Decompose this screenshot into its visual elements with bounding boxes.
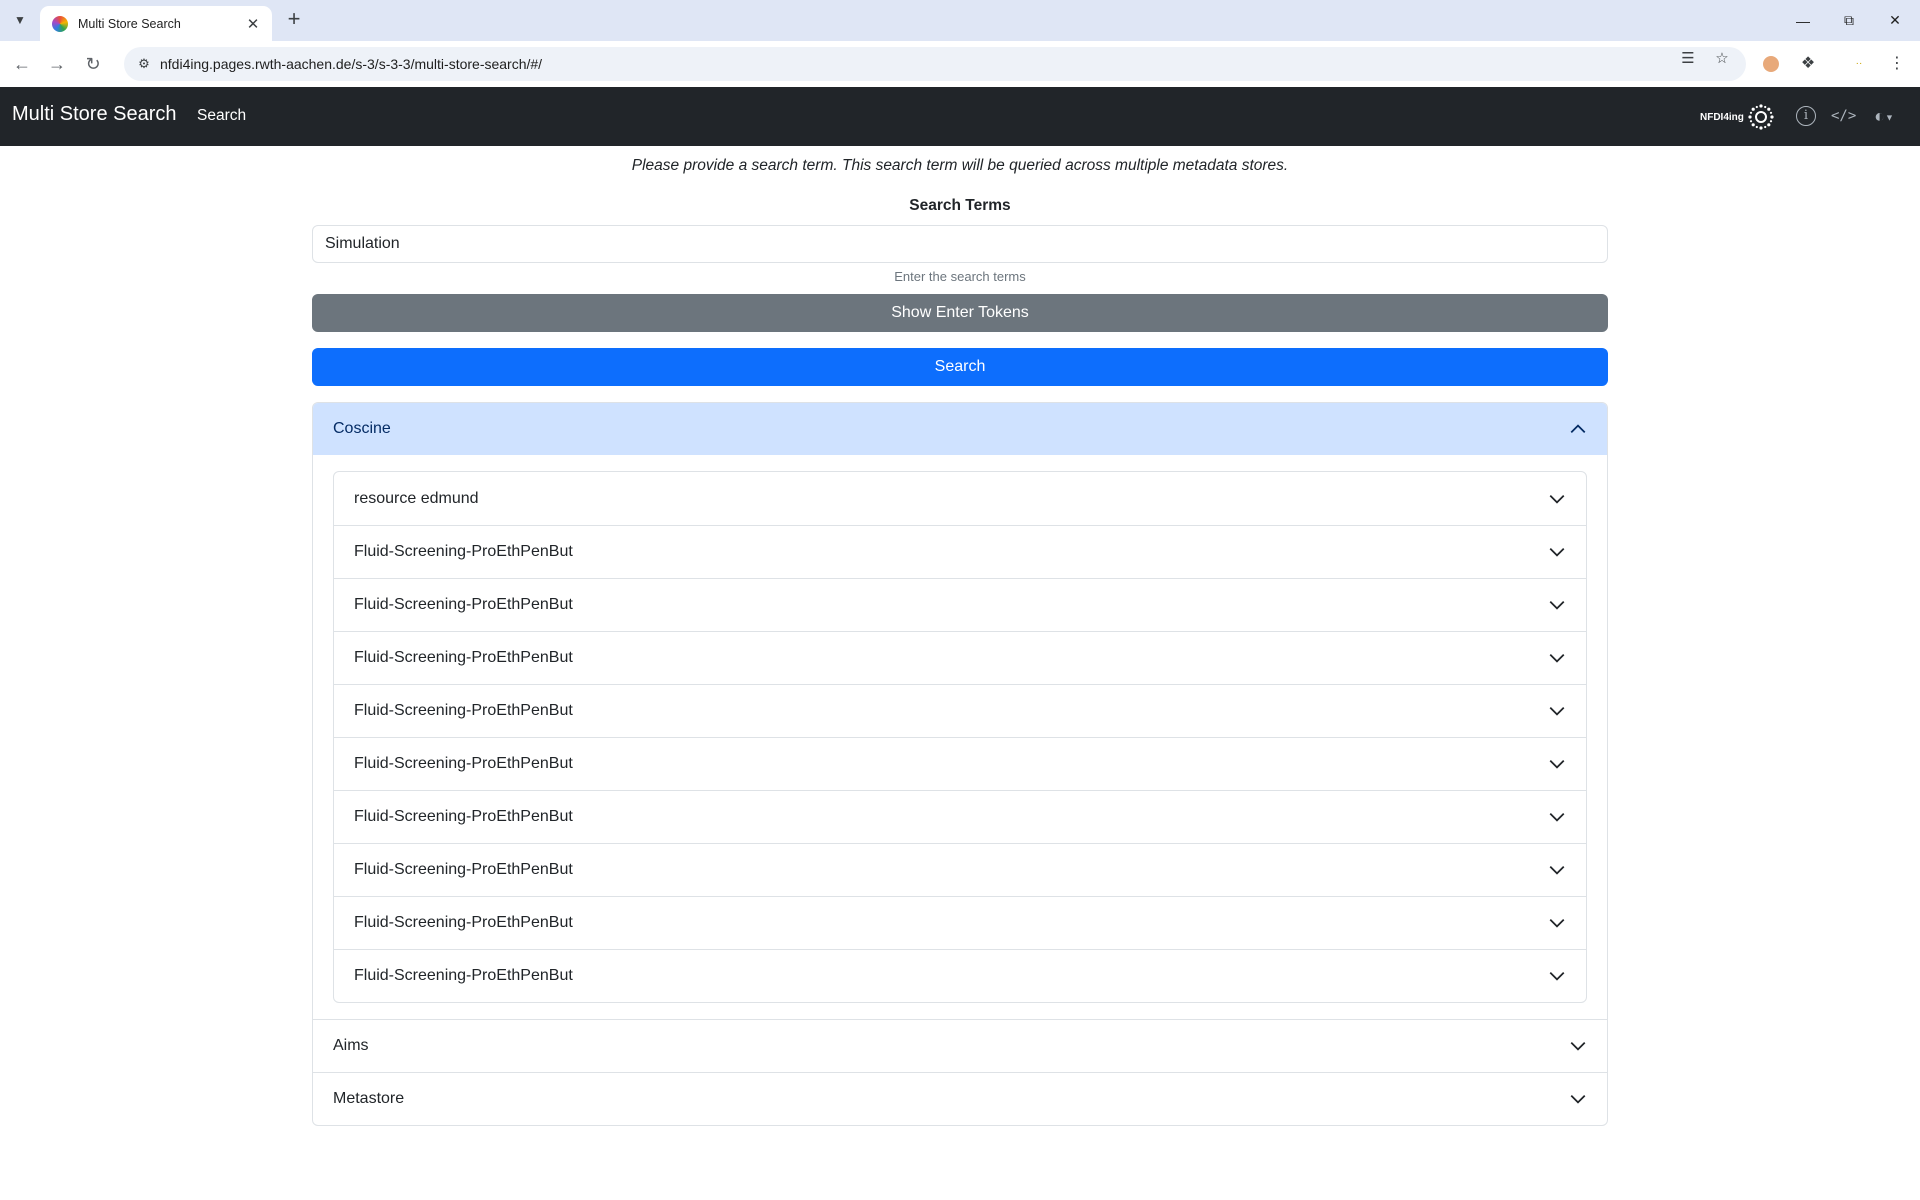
chevron-down-icon	[1549, 865, 1565, 875]
result-title: Fluid-Screening-ProEthPenBut	[354, 702, 573, 719]
url-text[interactable]: nfdi4ing.pages.rwth-aachen.de/s-3/s-3-3/…	[160, 56, 542, 72]
tab-list-dropdown-icon[interactable]: ▼	[8, 8, 32, 32]
search-help-text: Enter the search terms	[894, 269, 1026, 284]
chevron-down-icon	[1549, 547, 1565, 557]
store-name: Coscine	[333, 420, 391, 437]
profile-icon[interactable]: ··	[1848, 53, 1870, 75]
chevron-down-icon	[1549, 494, 1565, 504]
tab-title: Multi Store Search	[78, 16, 181, 31]
store-item-coscine: Coscine resource edmund Fluid-Screening-…	[313, 403, 1607, 1019]
chevron-down-icon	[1549, 759, 1565, 769]
result-title: Fluid-Screening-ProEthPenBut	[354, 808, 573, 825]
coscine-results: resource edmund Fluid-Screening-ProEthPe…	[313, 455, 1607, 1019]
result-title: Fluid-Screening-ProEthPenBut	[354, 543, 573, 560]
logo-text: NFDI4ing	[1700, 111, 1744, 123]
extension-avatar-icon[interactable]	[1763, 56, 1779, 72]
app-navbar: Multi Store Search Search NFDI4ing i </>…	[0, 87, 1920, 146]
result-item[interactable]: Fluid-Screening-ProEthPenBut	[334, 790, 1586, 843]
main-content: Please provide a search term. This searc…	[312, 146, 1608, 1126]
chevron-up-icon	[1570, 424, 1586, 434]
stores-accordion: Coscine resource edmund Fluid-Screening-…	[312, 402, 1608, 1126]
result-item[interactable]: Fluid-Screening-ProEthPenBut	[334, 949, 1586, 1002]
chevron-down-icon	[1549, 600, 1565, 610]
store-item-aims: Aims	[313, 1019, 1607, 1072]
result-item[interactable]: Fluid-Screening-ProEthPenBut	[334, 684, 1586, 737]
code-icon[interactable]: </>	[1831, 104, 1856, 128]
bookmark-star-icon[interactable]: ☆	[1712, 49, 1732, 69]
nfdi4ing-wheel-icon	[1748, 104, 1774, 130]
chevron-down-icon	[1549, 706, 1565, 716]
result-title: Fluid-Screening-ProEthPenBut	[354, 861, 573, 878]
store-item-metastore: Metastore	[313, 1072, 1607, 1125]
tab-close-icon[interactable]: ✕	[244, 15, 262, 33]
store-header-coscine[interactable]: Coscine	[313, 403, 1607, 455]
minimize-icon[interactable]: —	[1780, 0, 1826, 41]
address-bar[interactable]: ⚙ nfdi4ing.pages.rwth-aachen.de/s-3/s-3-…	[124, 47, 1746, 81]
window-close-icon[interactable]: ✕	[1872, 0, 1918, 41]
theme-toggle-icon[interactable]: ◐▼	[1866, 104, 1902, 128]
search-button[interactable]: Search	[312, 348, 1608, 386]
search-terms-label: Search Terms	[909, 197, 1011, 214]
chevron-down-icon	[1570, 1094, 1586, 1104]
back-icon[interactable]: ←	[8, 50, 36, 78]
browser-tabstrip: ▼ Multi Store Search ✕ + — ⧉ ✕	[0, 0, 1920, 41]
result-item[interactable]: Fluid-Screening-ProEthPenBut	[334, 525, 1586, 578]
nfdi4ing-logo[interactable]: NFDI4ing	[1700, 102, 1775, 132]
translate-icon[interactable]: ☰	[1678, 49, 1698, 69]
result-title: Fluid-Screening-ProEthPenBut	[354, 596, 573, 613]
search-input[interactable]	[312, 225, 1608, 263]
favicon-icon	[52, 15, 68, 32]
forward-icon[interactable]: →	[43, 50, 71, 78]
chevron-down-icon	[1570, 1041, 1586, 1051]
chevron-down-icon	[1549, 653, 1565, 663]
extensions-puzzle-icon[interactable]: ❖	[1797, 53, 1819, 75]
info-icon[interactable]: i	[1796, 106, 1816, 126]
browser-tab-active[interactable]: Multi Store Search ✕	[40, 6, 272, 41]
browser-toolbar: ← → ↻ ⚙ nfdi4ing.pages.rwth-aachen.de/s-…	[0, 41, 1920, 87]
store-name: Metastore	[333, 1090, 405, 1107]
result-item[interactable]: Fluid-Screening-ProEthPenBut	[334, 631, 1586, 684]
chevron-down-icon	[1549, 971, 1565, 981]
chevron-down-icon	[1549, 812, 1565, 822]
chevron-down-icon	[1549, 918, 1565, 928]
new-tab-icon[interactable]: +	[282, 8, 306, 32]
result-item[interactable]: Fluid-Screening-ProEthPenBut	[334, 843, 1586, 896]
intro-text: Please provide a search term. This searc…	[631, 157, 1289, 174]
nav-link-search[interactable]: Search	[197, 107, 246, 125]
result-title: Fluid-Screening-ProEthPenBut	[354, 914, 573, 931]
reload-icon[interactable]: ↻	[79, 50, 107, 78]
store-name: Aims	[333, 1037, 369, 1054]
results-accordion: resource edmund Fluid-Screening-ProEthPe…	[333, 471, 1587, 1003]
result-item[interactable]: Fluid-Screening-ProEthPenBut	[334, 578, 1586, 631]
result-item[interactable]: Fluid-Screening-ProEthPenBut	[334, 896, 1586, 949]
restore-icon[interactable]: ⧉	[1826, 0, 1872, 41]
store-header-metastore[interactable]: Metastore	[313, 1073, 1607, 1125]
store-header-aims[interactable]: Aims	[313, 1020, 1607, 1072]
result-title: Fluid-Screening-ProEthPenBut	[354, 967, 573, 984]
result-title: Fluid-Screening-ProEthPenBut	[354, 755, 573, 772]
result-item[interactable]: resource edmund	[334, 472, 1586, 525]
site-info-icon[interactable]: ⚙	[128, 56, 160, 72]
result-item[interactable]: Fluid-Screening-ProEthPenBut	[334, 737, 1586, 790]
result-title: Fluid-Screening-ProEthPenBut	[354, 649, 573, 666]
browser-menu-icon[interactable]: ⋮	[1886, 53, 1908, 75]
show-enter-tokens-button[interactable]: Show Enter Tokens	[312, 294, 1608, 332]
result-title: resource edmund	[354, 489, 479, 507]
app-brand[interactable]: Multi Store Search	[12, 103, 177, 126]
